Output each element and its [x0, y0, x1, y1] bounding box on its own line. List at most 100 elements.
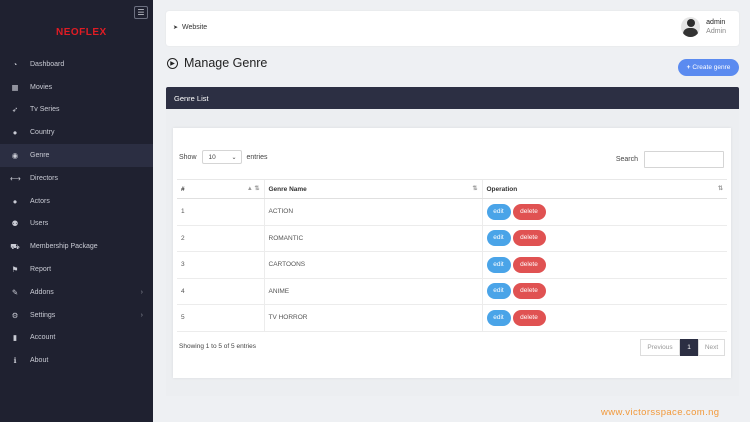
- operation-cell: edit delete: [481, 304, 727, 332]
- table-info: Showing 1 to 5 of 5 entries: [179, 343, 256, 350]
- previous-page-button[interactable]: Previous: [640, 339, 680, 356]
- table-row: 3 CARTOONS edit delete: [177, 251, 727, 279]
- sidebar-item-dashboard[interactable]: ◔ Dashboard: [0, 53, 153, 76]
- plus-icon: +: [686, 64, 691, 71]
- table-row: 1 ACTION edit delete: [177, 198, 727, 226]
- gear-icon: ⚙: [11, 310, 19, 320]
- info-icon: ℹ: [13, 356, 17, 366]
- sidebar-item-settings[interactable]: ⚙ Settings ›: [0, 304, 153, 327]
- website-label: Website: [182, 24, 208, 31]
- sidebar-item-actors[interactable]: ● Actors: [0, 190, 153, 213]
- sort-asc-icon: ▲ ⇅: [246, 186, 260, 192]
- rocket-icon: ➶: [11, 105, 19, 115]
- sidebar-item-label: Country: [30, 129, 55, 137]
- sidebar-item-users[interactable]: ⚉ Users: [0, 213, 153, 236]
- search-control: Search: [616, 151, 724, 168]
- sidebar-item-membership-package[interactable]: ⛟ Membership Package: [0, 235, 153, 258]
- table-row: 2 ROMANTIC edit delete: [177, 225, 727, 252]
- page-title-text: Manage Genre: [184, 56, 268, 70]
- delete-button[interactable]: delete: [512, 203, 546, 220]
- length-control: Show 10 ⌄ entries: [179, 150, 268, 164]
- sidebar: ☰ NEOFLEX ◔ Dashboard ▦ Movies ➶ Tv Series ● Co…: [0, 0, 153, 422]
- top-bar: ➤ Website admin Admin: [166, 11, 739, 46]
- delete-button[interactable]: delete: [512, 283, 546, 300]
- genre-name-cell: ANIME: [263, 278, 482, 305]
- search-input[interactable]: [644, 151, 724, 168]
- datatable-panel: Show 10 ⌄ entries Search # ▲ ⇅ Genre Nam…: [173, 128, 731, 378]
- sidebar-item-label: Genre: [30, 152, 50, 160]
- edit-button[interactable]: edit: [486, 230, 511, 247]
- edit-button[interactable]: edit: [486, 283, 511, 300]
- sidebar-nav: ◔ Dashboard ▦ Movies ➶ Tv Series ● Country ◉ Genr…: [0, 53, 153, 372]
- sidebar-item-genre[interactable]: ◉ Genre: [0, 144, 153, 167]
- film-icon: ▦: [11, 82, 19, 92]
- life-ring-icon: ◉: [11, 151, 19, 161]
- page-title: ▶ Manage Genre: [167, 56, 267, 70]
- genre-name-cell: ACTION: [263, 198, 482, 226]
- genre-table: # ▲ ⇅ Genre Name ⇅ Operation ⇅ 1 ACTION ed…: [177, 179, 727, 332]
- globe-icon: ●: [12, 128, 18, 138]
- user-icon: ●: [12, 196, 18, 206]
- sidebar-item-label: Actors: [30, 197, 50, 205]
- table-row: 4 ANIME edit delete: [177, 278, 727, 305]
- column-header-id[interactable]: # ▲ ⇅: [177, 179, 264, 199]
- genre-id-cell: 1: [177, 198, 264, 226]
- column-header-operation[interactable]: Operation ⇅: [481, 179, 727, 199]
- entries-select-value: 10: [208, 153, 216, 161]
- create-genre-label: Create genre: [692, 64, 731, 71]
- cart-icon: ⛟: [10, 241, 20, 251]
- genre-id-cell: 2: [177, 225, 264, 252]
- page-1-button[interactable]: 1: [680, 339, 698, 356]
- sidebar-item-label: Users: [30, 220, 49, 228]
- operation-cell: edit delete: [481, 198, 727, 226]
- delete-button[interactable]: delete: [512, 256, 546, 273]
- sidebar-item-label: Dashboard: [30, 60, 65, 68]
- edit-button[interactable]: edit: [486, 256, 511, 273]
- plug-icon: ✎: [11, 287, 19, 297]
- website-link[interactable]: ➤ Website: [173, 24, 207, 31]
- sidebar-item-label: Membership Package: [30, 243, 98, 251]
- sidebar-item-movies[interactable]: ▦ Movies: [0, 76, 153, 99]
- entries-label: entries: [246, 153, 268, 161]
- avatar: [681, 17, 701, 37]
- sidebar-item-label: Account: [30, 334, 56, 342]
- user-menu[interactable]: admin Admin: [681, 17, 726, 37]
- chevron-right-icon: ›: [140, 288, 143, 296]
- edit-button[interactable]: edit: [486, 309, 511, 326]
- sidebar-item-label: Report: [30, 266, 52, 274]
- sidebar-item-directors[interactable]: ⟷ Directors: [0, 167, 153, 190]
- sidebar-item-about[interactable]: ℹ About: [0, 349, 153, 372]
- operation-cell: edit delete: [481, 225, 727, 252]
- entries-select[interactable]: 10 ⌄: [201, 150, 242, 164]
- delete-button[interactable]: delete: [512, 230, 546, 247]
- app-logo: NEOFLEX: [56, 27, 107, 38]
- bars-icon[interactable]: ☰: [134, 6, 148, 19]
- column-header-genre-name[interactable]: Genre Name ⇅: [263, 179, 482, 199]
- tachometer-icon: ◔: [12, 59, 18, 69]
- edit-button[interactable]: edit: [486, 203, 511, 220]
- sidebar-item-account[interactable]: ▮ Account: [0, 327, 153, 350]
- create-genre-button[interactable]: + Create genre: [678, 59, 739, 76]
- sidebar-item-country[interactable]: ● Country: [0, 121, 153, 144]
- sidebar-item-tv-series[interactable]: ➶ Tv Series: [0, 99, 153, 122]
- sidebar-item-label: About: [30, 357, 49, 365]
- sidebar-item-label: Tv Series: [30, 106, 60, 114]
- genre-id-cell: 4: [177, 278, 264, 305]
- search-label: Search: [615, 156, 638, 163]
- arrows-icon: ⟷: [10, 173, 21, 183]
- next-page-button[interactable]: Next: [698, 339, 725, 356]
- genre-id-cell: 3: [177, 251, 264, 279]
- paper-plane-icon: ➤: [173, 25, 179, 31]
- card-body: Show 10 ⌄ entries Search # ▲ ⇅ Genre Nam…: [166, 109, 739, 396]
- sidebar-item-addons[interactable]: ✎ Addons ›: [0, 281, 153, 304]
- genre-name-cell: TV HORROR: [263, 304, 482, 332]
- operation-cell: edit delete: [481, 278, 727, 305]
- sidebar-item-label: Addons: [30, 288, 54, 296]
- sidebar-item-label: Movies: [30, 83, 53, 91]
- chevron-down-icon: ⌄: [231, 154, 237, 161]
- genre-name-cell: ROMANTIC: [263, 225, 482, 252]
- sidebar-item-report[interactable]: ⚑ Report: [0, 258, 153, 281]
- show-label: Show: [179, 153, 197, 161]
- operation-cell: edit delete: [481, 251, 727, 279]
- delete-button[interactable]: delete: [512, 309, 546, 326]
